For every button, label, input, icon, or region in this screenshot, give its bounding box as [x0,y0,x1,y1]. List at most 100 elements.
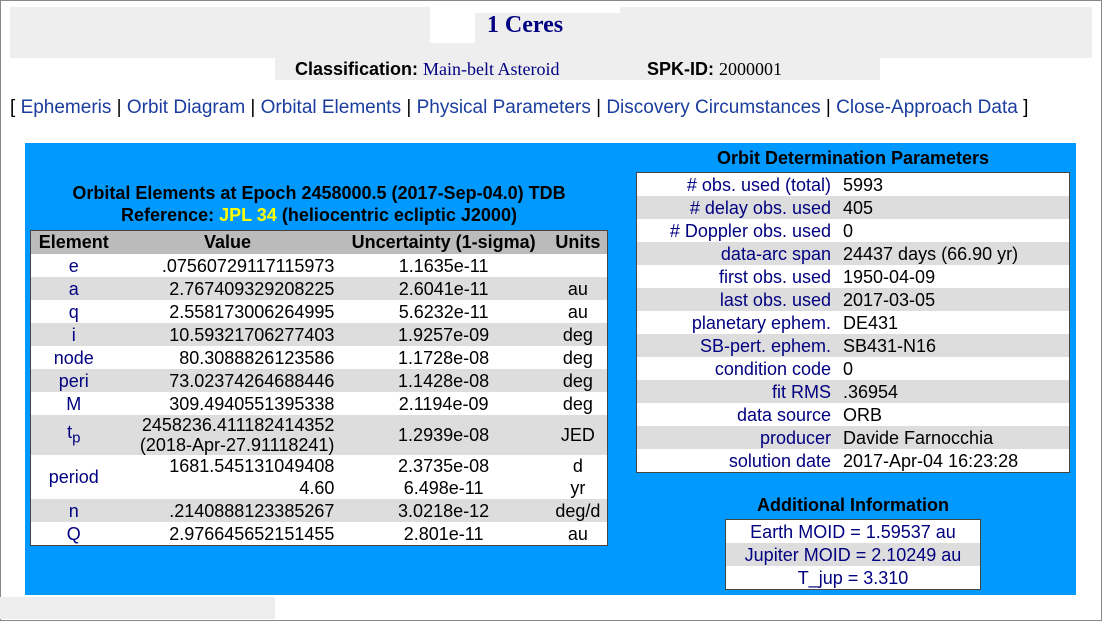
section-nav: [ Ephemeris | Orbit Diagram | Orbital El… [10,97,1029,118]
param-label: first obs. used [718,266,831,287]
table-row: peri 73.02374264688446 1.1428e-08 deg [30,369,608,392]
table-row: data source ORB [637,403,1070,426]
table-row: # Doppler obs. used 0 [637,219,1070,242]
table-row: solution date 2017-Apr-04 16:23:28 [637,449,1070,473]
table-row: SB-pert. ephem. SB431-N16 [636,334,1070,357]
element-units: d yr [570,456,586,498]
param-value: ORB [843,404,883,425]
element-uncertainty: 1.1728e-08 [398,347,490,368]
column-header: Uncertainty (1-sigma) [338,230,549,254]
element-units: deg [548,323,608,346]
element-value: 10.59321706277403 [116,323,339,346]
table-row: i 10.59321706277403 1.9257e-09 deg [30,323,608,346]
nav-link-orbit-diagram[interactable]: Orbit Diagram [127,97,245,118]
orbital-elements-table: Element Value Uncertainty (1-sigma) Unit… [30,230,608,546]
element-units: au [567,523,588,544]
element-value: 2.976645652151455 [169,523,335,544]
element-units: deg [562,347,593,368]
table-row: planetary ephem. DE431 [637,311,1070,334]
param-value: 2017-03-05 [837,288,1070,311]
element-units: deg [548,369,608,392]
param-label: planetary ephem. [691,312,831,333]
nav-link-orbital-elements[interactable]: Orbital Elements [261,97,401,118]
element-name: e [68,255,79,276]
param-value: .36954 [837,380,1070,403]
element-name: peri [30,369,117,392]
table-header-row: Element Value Uncertainty (1-sigma) Unit… [30,230,608,254]
classification-row: Classification: Main-belt Asteroid SPK-I… [275,58,880,80]
table-row: # obs. used (total) 5993 [637,173,1070,197]
reference-value: JPL 34 [219,205,277,225]
orbital-elements-title: Orbital Elements at Epoch 2458000.5 (201… [72,183,566,203]
element-name: period [48,467,99,487]
param-value: 0 [843,358,854,379]
element-uncertainty: 1.2939e-08 [338,415,549,455]
footer-band [0,597,275,619]
element-name: Q [66,523,81,544]
info-cell: Jupiter MOID = 2.10249 au [725,543,981,566]
element-name: M [66,393,82,414]
table-row: q 2.558173006264995 5.6232e-11 au [31,300,608,323]
element-units: deg [562,393,593,414]
param-label: SB-pert. ephem. [636,334,837,357]
table-row: producer Davide Farnocchia [636,426,1070,449]
element-uncertainty: 5.6232e-11 [398,301,489,322]
orbit-determination-title: Orbit Determination Parameters [716,148,990,168]
table-row: Jupiter MOID = 2.10249 au [725,543,981,566]
element-uncertainty: 1.9257e-09 [338,323,549,346]
info-cell: Earth MOID = 1.59537 au [750,521,956,542]
element-value: 80.3088826123586 [179,347,335,368]
additional-info-table: Earth MOID = 1.59537 au Jupiter MOID = 2… [725,519,981,590]
param-label: solution date [728,450,831,471]
nav-link-ephemeris[interactable]: Ephemeris [21,97,112,118]
orbital-elements-heading: Orbital Elements at Epoch 2458000.5 (201… [30,182,608,226]
table-row: a 2.767409329208225 2.6041e-11 au [30,277,608,300]
nav-link-physical-parameters[interactable]: Physical Parameters [417,97,591,118]
nav-link-discovery-circumstances[interactable]: Discovery Circumstances [606,97,820,118]
element-uncertainty: 3.0218e-12 [338,499,549,522]
element-value: 2.558173006264995 [169,301,335,322]
element-value: 309.4940551395338 [169,393,335,414]
table-row: condition code 0 [637,357,1070,380]
param-label: data source [736,404,831,425]
info-cell: T_jup = 3.310 [797,567,909,588]
element-value: 1681.545131049408 4.60 [169,456,335,498]
table-row: node 80.3088826123586 1.1728e-08 deg [31,346,608,369]
table-row: M 309.4940551395338 2.1194e-09 deg [31,392,608,415]
element-name: n [30,499,117,522]
element-uncertainty: 2.3735e-08 6.498e-11 [398,456,490,498]
param-value: 24437 days (66.90 yr) [837,242,1070,265]
param-value: 0 [843,220,854,241]
param-label: condition code [714,358,831,379]
classification-label: Classification: [295,59,419,79]
param-label: producer [636,426,837,449]
element-uncertainty: 1.1428e-08 [338,369,549,392]
page-title: 1 Ceres [486,12,564,38]
element-units: au [567,301,588,322]
element-value: 73.02374264688446 [116,369,339,392]
column-header: Element [30,230,117,254]
element-value: .2140888123385267 [116,499,339,522]
table-row-period: period 1681.545131049408 4.60 2.3735e-08 6… [31,455,608,499]
table-row: last obs. used 2017-03-05 [636,288,1070,311]
param-label: # Doppler obs. used [669,220,831,241]
table-row: # delay obs. used 405 [636,196,1070,219]
table-row: Q 2.976645652151455 2.801e-11 au [31,522,608,546]
element-units: deg/d [548,499,608,522]
element-uncertainty: 2.6041e-11 [338,277,549,300]
element-units: JED [548,415,608,455]
classification-value: Main-belt Asteroid [423,59,560,79]
table-row: n .2140888123385267 3.0218e-12 deg/d [30,499,608,522]
nav-link-close-approach-data[interactable]: Close-Approach Data [836,97,1018,118]
param-label: last obs. used [636,288,837,311]
param-value: 405 [837,196,1070,219]
element-value: .07560729117115973 [161,255,335,276]
param-value: 1950-04-09 [843,266,936,287]
table-row: data-arc span 24437 days (66.90 yr) [636,242,1070,265]
element-name: q [68,301,79,322]
element-units [549,254,608,277]
element-uncertainty: 2.801e-11 [403,523,484,544]
element-name: a [30,277,117,300]
reference-label: Reference: [121,205,215,225]
reference-frame: (heliocentric ecliptic J2000) [281,205,517,225]
